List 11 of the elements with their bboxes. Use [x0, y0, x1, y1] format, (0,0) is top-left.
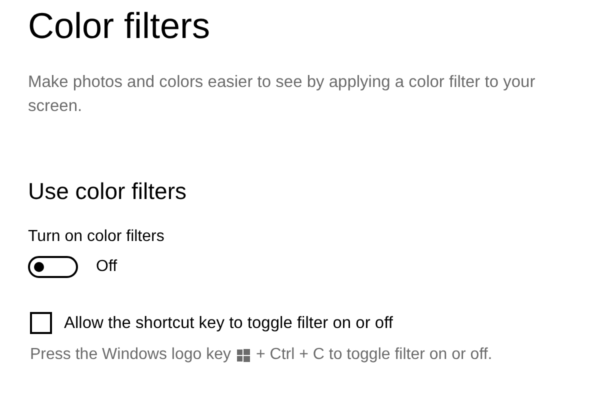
checkbox-label: Allow the shortcut key to toggle filter on or off [64, 314, 393, 332]
toggle-state-text: Off [96, 258, 118, 276]
hint-text: Press the Windows logo key [30, 346, 231, 364]
toggle-label: Turn on color filters [28, 227, 166, 247]
description-text: Make photos and colors easier to see by applying a color filter to your screen. [28, 72, 536, 117]
checkbox[interactable] [30, 312, 52, 334]
toggle-switch[interactable] [28, 256, 78, 278]
hint-text: + Ctrl + C to toggle filter on or off. [256, 346, 492, 364]
section-heading: Use color filters [28, 177, 188, 206]
windows-logo-icon [236, 348, 250, 362]
page-title: Color filters [28, 4, 212, 48]
